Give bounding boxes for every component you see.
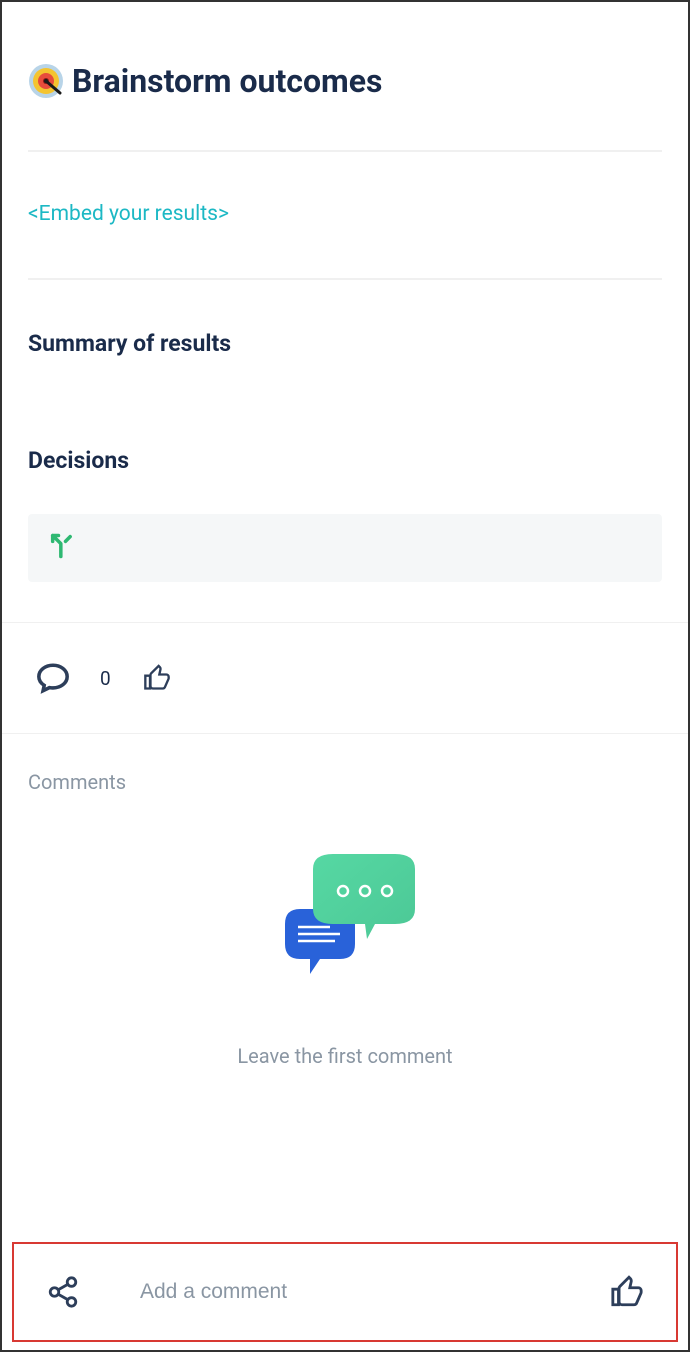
share-icon[interactable]: [46, 1275, 80, 1309]
divider: [28, 278, 662, 280]
comment-bubble-icon[interactable]: [36, 661, 70, 695]
comment-input[interactable]: [140, 1280, 550, 1304]
chat-bubbles-icon: [275, 854, 415, 984]
split-arrow-icon: [48, 532, 76, 560]
target-icon: [28, 63, 64, 99]
decision-box[interactable]: [28, 514, 662, 582]
summary-heading: Summary of results: [28, 330, 662, 357]
empty-comments-state: Leave the first comment: [28, 854, 662, 1068]
thumbs-up-icon[interactable]: [143, 664, 171, 692]
thumbs-up-icon[interactable]: [610, 1275, 644, 1309]
comment-count: 0: [100, 667, 111, 690]
empty-comments-text: Leave the first comment: [237, 1044, 452, 1068]
decisions-heading: Decisions: [28, 447, 662, 474]
divider: [28, 150, 662, 152]
comment-input-bar: [12, 1242, 678, 1342]
page-title: Brainstorm outcomes: [72, 62, 382, 100]
comments-label: Comments: [28, 770, 662, 794]
embed-results-link[interactable]: <Embed your results>: [28, 202, 662, 226]
reactions-bar: 0: [2, 622, 688, 734]
